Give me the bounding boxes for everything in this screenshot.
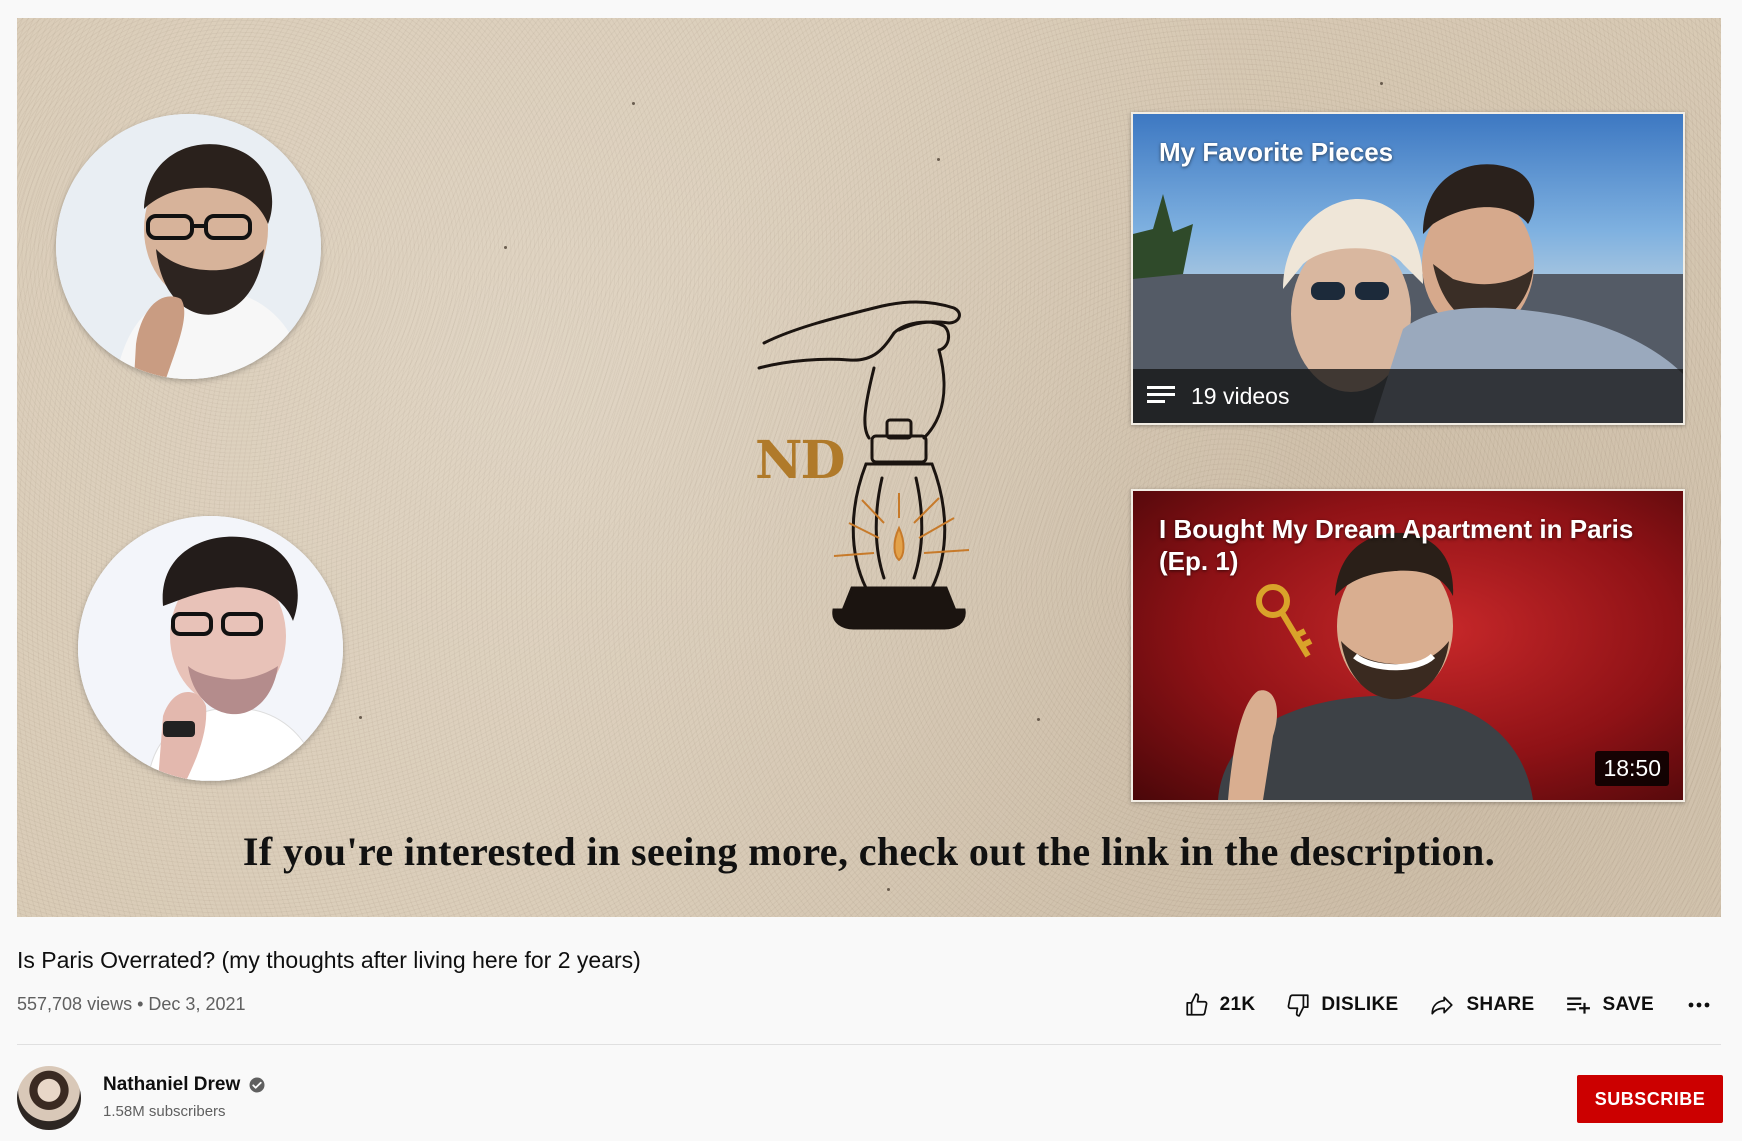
verified-badge-icon <box>249 1077 265 1093</box>
video-actions: 21K DISLIKE SHARE SAVE <box>1154 992 1710 1018</box>
share-label: SHARE <box>1466 994 1535 1015</box>
add-to-playlist-icon <box>1567 997 1591 1014</box>
channel-endscreen-illustration[interactable] <box>78 516 343 781</box>
video-player[interactable]: ND My Favorite Pieces 19 videos I Bought… <box>17 18 1721 917</box>
video-card-title: I Bought My Dream Apartment in Paris (Ep… <box>1159 514 1634 576</box>
video-meta: 557,708 views • Dec 3, 2021 <box>17 994 246 1015</box>
upload-date: Dec 3, 2021 <box>148 994 246 1014</box>
share-icon <box>1431 996 1454 1015</box>
portrait-photo-icon <box>56 114 321 379</box>
subscribe-button[interactable]: SUBSCRIBE <box>1577 1075 1723 1123</box>
section-divider <box>17 1044 1721 1045</box>
paper-speck <box>504 246 507 249</box>
video-title: Is Paris Overrated? (my thoughts after l… <box>17 947 641 973</box>
playlist-icon <box>1147 386 1175 403</box>
lantern-icon <box>754 288 1024 678</box>
more-actions-button[interactable] <box>1688 1002 1710 1008</box>
share-button[interactable]: SHARE <box>1428 992 1534 1018</box>
meta-separator: • <box>137 994 144 1014</box>
paper-speck <box>937 158 940 161</box>
dislike-label: DISLIKE <box>1321 994 1399 1015</box>
endscreen-playlist-card[interactable]: My Favorite Pieces 19 videos <box>1131 112 1685 425</box>
save-label: SAVE <box>1602 994 1654 1015</box>
thumbs-down-icon <box>1287 994 1310 1017</box>
paper-speck <box>359 716 362 719</box>
view-count: 557,708 views <box>17 994 133 1014</box>
channel-name[interactable]: Nathaniel Drew <box>103 1074 240 1096</box>
portrait-illustration-icon <box>78 516 343 781</box>
channel-avatar[interactable] <box>17 1066 81 1130</box>
dislike-button[interactable]: DISLIKE <box>1285 992 1398 1018</box>
paper-speck <box>1037 718 1040 721</box>
playlist-video-count: 19 videos <box>1191 382 1290 409</box>
save-button[interactable]: SAVE <box>1564 992 1654 1018</box>
paper-speck <box>1380 82 1383 85</box>
channel-endscreen-avatar[interactable] <box>56 114 321 379</box>
more-horizontal-icon <box>1688 1002 1710 1008</box>
video-duration-badge: 18:50 <box>1595 751 1669 786</box>
endscreen-caption: If you're interested in seeing more, che… <box>242 829 1496 874</box>
paper-speck <box>632 102 635 105</box>
endscreen-video-card[interactable]: I Bought My Dream Apartment in Paris (Ep… <box>1131 489 1685 802</box>
playlist-card-title: My Favorite Pieces <box>1159 137 1394 167</box>
paper-speck <box>887 888 890 891</box>
channel-name-row[interactable]: Nathaniel Drew <box>103 1074 266 1096</box>
thumbs-up-icon <box>1186 993 1208 1016</box>
playlist-count-bar: 19 videos <box>1133 369 1683 423</box>
like-button[interactable]: 21K <box>1184 992 1256 1018</box>
subscriber-count: 1.58M subscribers <box>103 1103 226 1120</box>
like-count: 21K <box>1219 994 1256 1015</box>
